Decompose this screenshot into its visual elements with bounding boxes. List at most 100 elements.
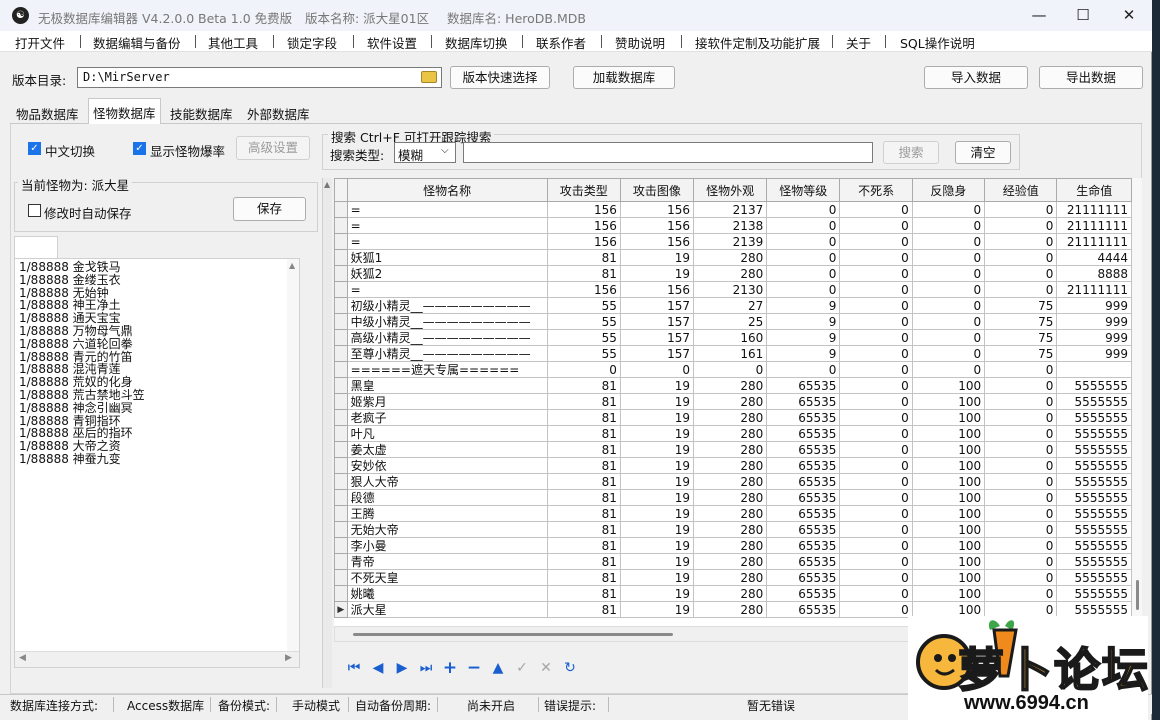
table-cell[interactable]: 81 xyxy=(546,441,621,458)
table-cell[interactable]: 55 xyxy=(546,313,621,330)
table-cell[interactable]: 19 xyxy=(619,457,695,474)
table-cell[interactable]: 0 xyxy=(839,505,913,522)
row-indicator[interactable] xyxy=(334,473,348,490)
table-cell[interactable]: 0 xyxy=(911,265,986,282)
table-cell[interactable]: 0 xyxy=(911,345,986,362)
row-indicator[interactable] xyxy=(334,249,348,266)
table-row[interactable]: 不死天皇 81 19 280 65535 0 100 0 5555555 xyxy=(334,569,1132,586)
table-cell[interactable]: 0 xyxy=(839,201,913,218)
row-indicator[interactable] xyxy=(334,537,348,554)
table-row[interactable]: 青帝 81 19 280 65535 0 100 0 5555555 xyxy=(334,553,1132,570)
table-cell[interactable]: 81 xyxy=(546,601,621,618)
row-indicator[interactable] xyxy=(334,409,348,426)
table-cell[interactable]: 65535 xyxy=(766,377,841,394)
table-cell[interactable]: 156 xyxy=(619,281,695,298)
table-cell[interactable]: 0 xyxy=(839,521,913,538)
table-cell[interactable]: 5555555 xyxy=(1056,505,1132,522)
table-cell[interactable]: 0 xyxy=(984,553,1058,570)
tab-monster-db[interactable]: 怪物数据库 xyxy=(88,98,161,124)
monster-name-cell[interactable]: 叶凡 xyxy=(346,425,548,442)
grid-vscroll-thumb[interactable] xyxy=(1136,580,1139,610)
table-cell[interactable]: 0 xyxy=(839,425,913,442)
table-cell[interactable]: 156 xyxy=(546,281,621,298)
column-header[interactable]: 怪物外观 xyxy=(693,178,768,202)
table-cell[interactable]: 280 xyxy=(693,505,768,522)
row-indicator[interactable] xyxy=(334,201,348,218)
table-cell[interactable]: 0 xyxy=(839,489,913,506)
table-cell[interactable]: 0 xyxy=(984,265,1058,282)
auto-save-checkbox[interactable] xyxy=(28,204,41,217)
row-indicator[interactable] xyxy=(334,345,348,362)
table-row[interactable]: 姬紫月 81 19 280 65535 0 100 0 5555555 xyxy=(334,393,1132,410)
column-header[interactable]: 经验值 xyxy=(984,178,1058,202)
table-cell[interactable]: 0 xyxy=(693,361,768,378)
table-cell[interactable]: 0 xyxy=(766,233,841,250)
row-indicator[interactable] xyxy=(334,329,348,346)
row-indicator[interactable] xyxy=(334,313,348,330)
table-cell[interactable]: 5555555 xyxy=(1056,377,1132,394)
table-cell[interactable]: 100 xyxy=(911,553,986,570)
row-indicator[interactable] xyxy=(334,569,348,586)
chinese-switch-checkbox[interactable]: ✓ xyxy=(28,142,41,155)
search-button[interactable]: 搜索 xyxy=(883,141,939,164)
load-db-button[interactable]: 加载数据库 xyxy=(573,66,675,89)
table-cell[interactable]: 0 xyxy=(984,409,1058,426)
table-cell[interactable]: 999 xyxy=(1056,313,1132,330)
table-cell[interactable]: 100 xyxy=(911,457,986,474)
table-cell[interactable]: 81 xyxy=(546,457,621,474)
table-cell[interactable]: 0 xyxy=(984,457,1058,474)
table-cell[interactable]: 0 xyxy=(839,537,913,554)
table-cell[interactable]: 19 xyxy=(619,521,695,538)
table-cell[interactable]: 999 xyxy=(1056,345,1132,362)
table-cell[interactable]: 0 xyxy=(839,249,913,266)
row-indicator[interactable] xyxy=(334,441,348,458)
table-cell[interactable]: 0 xyxy=(839,361,913,378)
table-cell[interactable] xyxy=(1056,361,1132,378)
table-cell[interactable]: 0 xyxy=(839,265,913,282)
table-cell[interactable]: 5555555 xyxy=(1056,393,1132,410)
monster-name-cell[interactable]: ======遮天专属====== xyxy=(346,361,548,378)
column-header[interactable]: 反隐身 xyxy=(911,178,986,202)
monster-name-cell[interactable]: 姚曦 xyxy=(346,585,548,602)
table-cell[interactable]: 280 xyxy=(693,489,768,506)
nav-edit-icon[interactable]: ▲ xyxy=(489,659,507,677)
column-header[interactable]: 怪物等级 xyxy=(766,178,841,202)
table-cell[interactable]: 156 xyxy=(546,201,621,218)
table-cell[interactable]: 280 xyxy=(693,393,768,410)
monster-name-cell[interactable]: 王腾 xyxy=(346,505,548,522)
table-row[interactable]: 姜太虚 81 19 280 65535 0 100 0 5555555 xyxy=(334,441,1132,458)
table-cell[interactable]: 19 xyxy=(619,425,695,442)
table-cell[interactable]: 75 xyxy=(984,313,1058,330)
table-cell[interactable]: 0 xyxy=(984,377,1058,394)
table-cell[interactable]: 75 xyxy=(984,345,1058,362)
table-cell[interactable]: 65535 xyxy=(766,601,841,618)
table-row[interactable]: 妖狐1 81 19 280 0 0 0 0 4444 xyxy=(334,249,1132,266)
column-header[interactable]: 不死系 xyxy=(839,178,913,202)
table-cell[interactable]: 4444 xyxy=(1056,249,1132,266)
table-cell[interactable]: 0 xyxy=(839,441,913,458)
table-cell[interactable]: 0 xyxy=(766,281,841,298)
table-cell[interactable]: 0 xyxy=(984,425,1058,442)
menu-open-file[interactable]: 打开文件 xyxy=(15,33,65,52)
nav-cancel-icon[interactable]: ✕ xyxy=(537,659,555,677)
table-cell[interactable]: 280 xyxy=(693,265,768,282)
monster-name-cell[interactable]: 姬紫月 xyxy=(346,393,548,410)
table-cell[interactable]: 65535 xyxy=(766,537,841,554)
table-cell[interactable]: 5555555 xyxy=(1056,441,1132,458)
table-cell[interactable]: 9 xyxy=(766,297,841,314)
table-cell[interactable]: 0 xyxy=(911,297,986,314)
table-cell[interactable]: 81 xyxy=(546,521,621,538)
table-cell[interactable]: 25 xyxy=(693,313,768,330)
table-cell[interactable]: 65535 xyxy=(766,505,841,522)
table-cell[interactable]: 81 xyxy=(546,425,621,442)
table-cell[interactable]: 100 xyxy=(911,537,986,554)
table-cell[interactable]: 100 xyxy=(911,505,986,522)
table-cell[interactable]: 2138 xyxy=(693,217,768,234)
table-cell[interactable]: 280 xyxy=(693,553,768,570)
table-row[interactable]: 王腾 81 19 280 65535 0 100 0 5555555 xyxy=(334,505,1132,522)
table-cell[interactable]: 0 xyxy=(911,249,986,266)
table-cell[interactable]: 55 xyxy=(546,345,621,362)
table-cell[interactable]: 280 xyxy=(693,377,768,394)
table-cell[interactable]: 19 xyxy=(619,393,695,410)
splitter[interactable]: ▲ xyxy=(322,178,332,688)
